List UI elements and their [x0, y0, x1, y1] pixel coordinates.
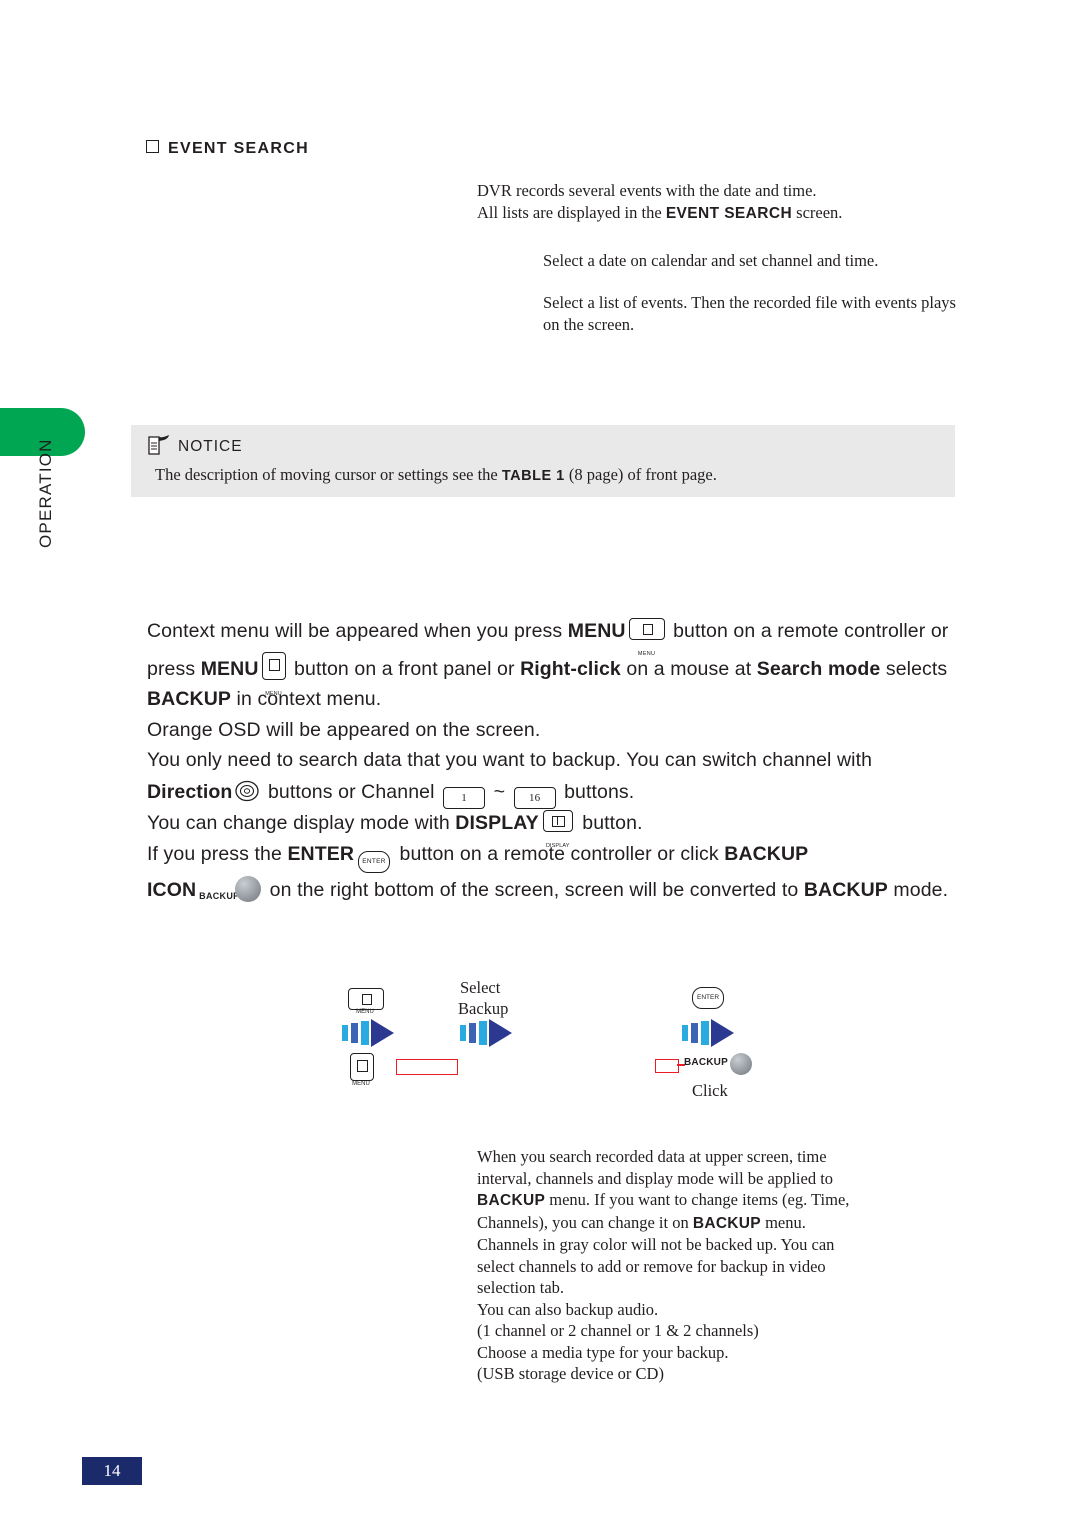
section-heading-text: EVENT SEARCH	[168, 140, 309, 157]
body-seg-9: ~	[488, 780, 511, 803]
body-seg-16: on the right bottom of the screen, scree…	[264, 878, 804, 901]
backup-flow-diagram: MENU Select Backup ENTER MENU BACKUP Cli…	[330, 975, 780, 1115]
note-line-4-bold: BACKUP	[692, 1214, 761, 1232]
body-osd-line: Orange OSD will be appeared on the scree…	[147, 718, 541, 741]
body-backup-3: BACKUP	[803, 878, 888, 901]
body-seg-11: You can change display mode with	[147, 812, 456, 834]
notice-text: The description of moving cursor or sett…	[155, 465, 717, 485]
notice-box	[131, 425, 955, 497]
diagram-select-label: Select	[460, 978, 501, 997]
menu-front-caption: MENU	[265, 690, 282, 697]
body-seg-6: in context menu.	[231, 688, 382, 710]
display-caption: DISPLAY	[545, 843, 570, 849]
note-line-6: select channels to add or remove for bac…	[477, 1256, 826, 1276]
enter-caption: ENTER	[362, 857, 386, 865]
diagram-menu-front-key	[350, 1053, 374, 1081]
menu-remote-caption: MENU	[637, 651, 656, 657]
body-backup-2: BACKUP	[724, 842, 809, 865]
enter-button-icon: ENTER	[358, 850, 391, 873]
chapter-label: OPERATION	[36, 438, 55, 548]
main-instructions: Context menu will be appeared when you p…	[147, 615, 957, 905]
notice-title: NOTICE	[178, 438, 243, 455]
notice-icon	[146, 434, 172, 458]
channel-16-label: 16	[528, 791, 541, 804]
note-line-7: selection tab.	[477, 1278, 565, 1297]
backup-icon-sphere	[235, 875, 262, 902]
diagram-osd-marker	[655, 1059, 679, 1073]
diagram-backup-icon-sphere	[730, 1053, 752, 1075]
channel-1-button-icon: 1	[443, 786, 486, 809]
intro-paragraph-3: Select a list of events. Then the record…	[543, 293, 956, 334]
body-searchmode: Search mode	[756, 657, 881, 680]
diagram-osd-bar	[396, 1059, 458, 1075]
body-icon-word: ICON	[147, 878, 197, 901]
note-line-9: (1 channel or 2 channel or 1 & 2 channel…	[477, 1321, 759, 1340]
notice-text-post: (8 page) of front page.	[564, 465, 717, 484]
diagram-click-label: Click	[692, 1081, 728, 1100]
note-line-4-pre: Channels), you can change it on	[477, 1212, 693, 1232]
menu-remote-button-icon: MENU	[628, 618, 665, 657]
diagram-backup-icon-label: BACKUP	[684, 1057, 728, 1068]
page-number: 14	[82, 1457, 142, 1485]
body-enter: ENTER	[287, 842, 355, 865]
intro-line-2-post: screen.	[792, 203, 843, 222]
channel-1-label: 1	[461, 791, 467, 804]
note-line-5: Channels in gray color will not be backe…	[477, 1235, 835, 1254]
intro-paragraph-2: Select a date on calendar and set channe…	[543, 251, 879, 270]
body-direction: Direction	[147, 780, 233, 803]
note-line-1: When you search recorded data at upper s…	[477, 1147, 827, 1166]
body-rightclick: Right-click	[520, 657, 621, 680]
note-line-2: interval, channels and display mode will…	[477, 1168, 834, 1188]
body-display: DISPLAY	[455, 812, 539, 834]
body-seg-12: button.	[576, 812, 643, 834]
note-line-3-mid: menu. If you want to change items (eg. T…	[545, 1190, 850, 1209]
page-title: EVENT SEARCH	[146, 140, 309, 158]
diagram-arrow-middle	[460, 1019, 512, 1047]
intro-line-2-pre: All lists are displayed in the	[477, 203, 666, 222]
diagram-menu-remote-key	[348, 988, 384, 1010]
notice-text-pre: The description of moving cursor or sett…	[155, 465, 502, 484]
note-line-8: You can also backup audio.	[477, 1299, 659, 1319]
body-seg-7: You only need to search data that you wa…	[147, 749, 873, 771]
diagram-menu-remote-caption: MENU	[356, 1009, 374, 1015]
intro-line-2: All lists are displayed in the EVENT SEA…	[477, 202, 997, 225]
diagram-arrow-right	[682, 1019, 734, 1047]
channel-16-button-icon: 16	[513, 786, 556, 809]
body-backup-1: BACKUP	[147, 688, 232, 710]
body-seg-13: If you press the	[147, 842, 288, 865]
body-seg-8: buttons or Channel	[262, 780, 441, 803]
body-seg-5: selects	[880, 657, 948, 680]
backup-icon: BACKUP	[199, 875, 262, 902]
display-button-icon: DISPLAY	[542, 810, 573, 849]
backup-icon-label: BACKUP	[199, 890, 240, 901]
diagram-backup-label: Backup	[458, 999, 509, 1018]
body-seg-17: mode.	[887, 878, 949, 901]
note-line-4-post: menu.	[760, 1212, 806, 1232]
note-line-10: Choose a media type for your backup.	[477, 1342, 729, 1362]
intro-paragraph-1: DVR records several events with the date…	[477, 180, 997, 225]
note-line-11: (USB storage device or CD)	[477, 1364, 664, 1383]
diagram-enter-key: ENTER	[692, 987, 724, 1009]
body-seg-10: buttons.	[558, 780, 635, 803]
backup-notes-paragraph: When you search recorded data at upper s…	[477, 1146, 937, 1385]
note-line-3-bold: BACKUP	[477, 1192, 546, 1209]
intro-line-2-bold: EVENT SEARCH	[665, 205, 793, 222]
body-menu-1: MENU	[567, 620, 626, 642]
body-seg-3: button on a front panel or	[288, 657, 521, 680]
notice-table-ref: TABLE 1	[501, 468, 565, 484]
bullet-square-icon	[146, 140, 159, 153]
menu-front-button-icon: MENU	[261, 651, 286, 697]
intro-line-1: DVR records several events with the date…	[477, 181, 817, 200]
direction-pad-icon	[234, 780, 260, 802]
body-menu-2: MENU	[200, 657, 259, 680]
body-seg-1: Context menu will be appeared when you p…	[147, 620, 568, 642]
diagram-arrow-left-1	[342, 1019, 394, 1047]
diagram-menu-front-caption: MENU	[352, 1081, 370, 1087]
